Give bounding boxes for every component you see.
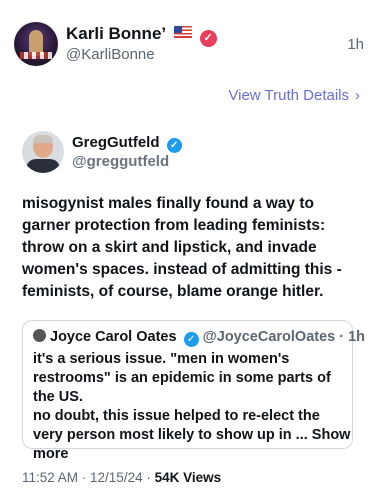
view-truth-details-link[interactable]: View Truth Details › bbox=[228, 87, 360, 104]
embedded-post-header: GregGutfeld ✓ @greggutfeld bbox=[22, 131, 352, 175]
view-truth-details-label: View Truth Details bbox=[228, 87, 349, 104]
quoted-post-paragraph-2: no doubt, this issue helped to re-elect … bbox=[33, 408, 351, 462]
quoted-post-header: Joyce Carol Oates ✓ @JoyceCarolOates · 1… bbox=[33, 329, 365, 347]
embedded-author-name-row[interactable]: GregGutfeld ✓ bbox=[72, 134, 182, 153]
quoted-post-card[interactable]: Joyce Carol Oates ✓ @JoyceCarolOates · 1… bbox=[22, 320, 365, 462]
verified-badge-icon: ✓ bbox=[166, 138, 182, 153]
author-name-row[interactable]: Karli Bonne’ ✓ bbox=[66, 24, 217, 47]
post-header: Karli Bonne’ ✓ @KarliBonne 1h bbox=[14, 22, 364, 70]
embedded-author-avatar[interactable] bbox=[22, 131, 64, 173]
quoted-author-avatar[interactable] bbox=[33, 329, 46, 342]
author-name[interactable]: Karli Bonne’ bbox=[66, 24, 165, 43]
quoted-post-paragraph: it's a serious issue. "men in women's re… bbox=[33, 351, 331, 405]
embedded-author-name[interactable]: GregGutfeld bbox=[72, 134, 160, 151]
quoted-post-time: · 1h bbox=[339, 329, 366, 345]
post-timestamp: 11:52 AM · 12/15/24 · bbox=[22, 470, 155, 485]
quoted-post-body: it's a serious issue. "men in women's re… bbox=[33, 350, 351, 464]
views-label: Views bbox=[183, 470, 222, 485]
us-flag-icon bbox=[173, 26, 192, 38]
verified-badge-icon: ✓ bbox=[183, 332, 199, 347]
quoted-author-name[interactable]: Joyce Carol Oates bbox=[50, 329, 177, 345]
embedded-author-handle[interactable]: @greggutfeld bbox=[72, 153, 169, 170]
verified-badge-icon: ✓ bbox=[199, 30, 217, 47]
quoted-author-handle[interactable]: @JoyceCarolOates bbox=[203, 329, 336, 345]
post-meta: 11:52 AM · 12/15/24 · 54K Views bbox=[22, 470, 221, 485]
author-avatar[interactable] bbox=[14, 22, 58, 66]
post-time: 1h bbox=[347, 36, 364, 53]
embedded-post-body: misogynist males finally found a way to … bbox=[22, 195, 342, 300]
view-count: 54K bbox=[154, 470, 180, 485]
author-handle[interactable]: @KarliBonne bbox=[66, 46, 155, 63]
chevron-right-icon: › bbox=[355, 87, 360, 104]
